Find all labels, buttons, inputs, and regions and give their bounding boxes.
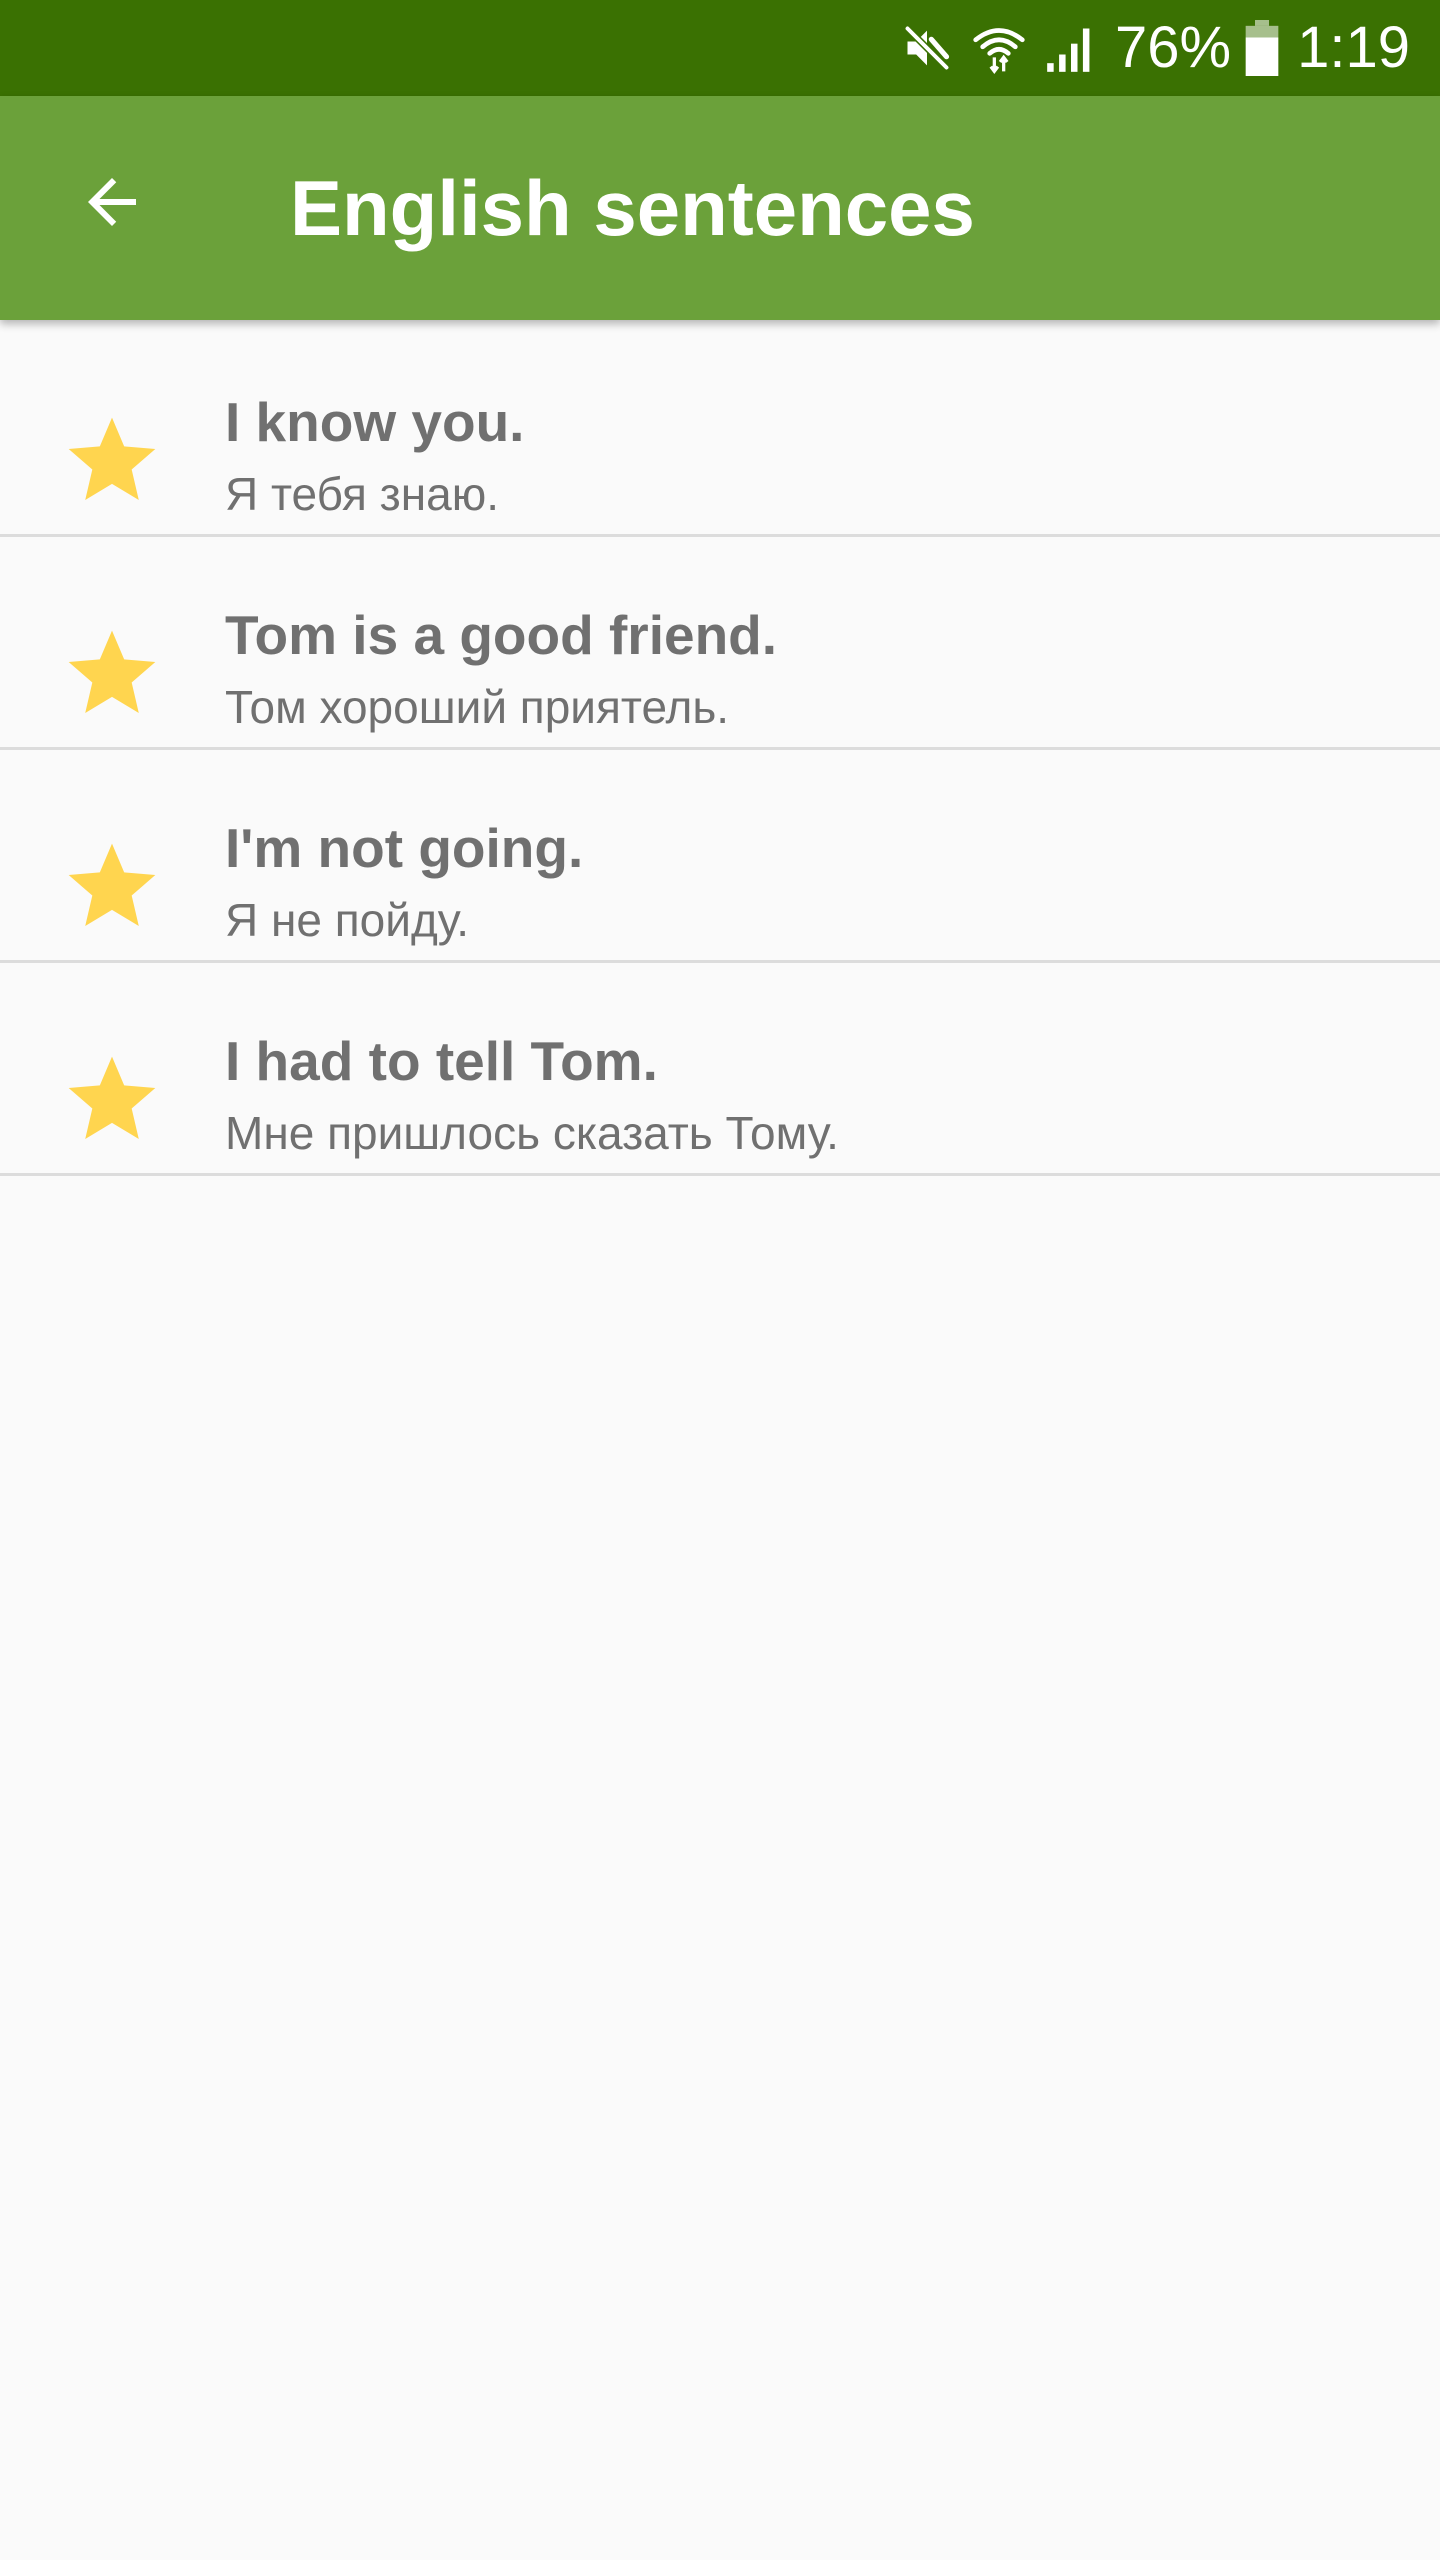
sentence-translation: Том хороший приятель. [225,681,730,733]
sentence-translation: Мне пришлось сказать Тому. [225,1107,839,1159]
battery-indicator: 76% [1115,0,1279,96]
star-icon[interactable] [60,409,164,513]
list-item[interactable]: Tom is a good friend. Том хороший прияте… [0,537,1440,750]
list-item[interactable]: I know you. Я тебя знаю. [0,324,1440,537]
wifi-icon [971,20,1027,76]
sentence-english: Tom is a good friend. [225,604,778,666]
sentence-translation: Я не пойду. [225,894,469,946]
sentence-english: I had to tell Tom. [225,1030,658,1092]
mute-icon [901,22,953,74]
star-icon[interactable] [60,1048,164,1152]
status-bar: 76% 1:19 [0,0,1440,96]
status-icons: 76% 1:19 [901,0,1410,96]
list-item[interactable]: I had to tell Tom. Мне пришлось сказать … [0,963,1440,1176]
back-button[interactable] [52,142,172,262]
battery-percent: 76% [1115,15,1232,80]
clock: 1:19 [1297,15,1410,80]
sentence-english: I'm not going. [225,817,584,879]
sentence-translation: Я тебя знаю. [225,468,500,520]
list-item-text: I know you. Я тебя знаю. [225,392,524,522]
star-icon[interactable] [60,622,164,726]
sentence-list: I know you. Я тебя знаю. Tom is a good f… [0,324,1440,1176]
list-item[interactable]: I'm not going. Я не пойду. [0,750,1440,963]
list-item-text: I'm not going. Я не пойду. [225,818,583,948]
page-title: English sentences [290,164,975,252]
sentence-english: I know you. [225,391,525,453]
list-item-text: I had to tell Tom. Мне пришлось сказать … [225,1031,839,1161]
signal-icon [1045,22,1097,74]
app-bar: English sentences [0,96,1440,320]
star-icon[interactable] [60,835,164,939]
arrow-back-icon [88,178,136,226]
battery-icon [1245,20,1279,76]
list-item-text: Tom is a good friend. Том хороший прияте… [225,605,777,735]
